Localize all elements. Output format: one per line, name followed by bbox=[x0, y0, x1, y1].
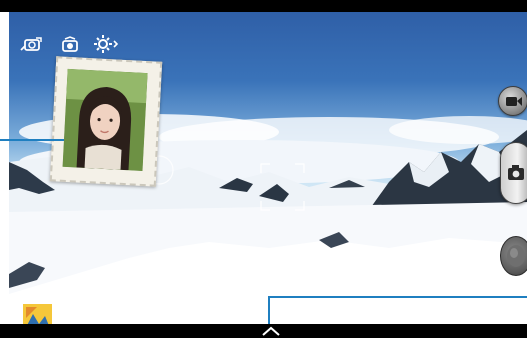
callout-line-bottom-horizontal bbox=[268, 296, 527, 298]
top-black-bar bbox=[0, 0, 527, 12]
portrait-preview bbox=[62, 68, 148, 171]
video-camera-icon bbox=[506, 97, 522, 106]
record-video-button[interactable] bbox=[498, 86, 527, 116]
gallery-thumbnail[interactable] bbox=[23, 304, 52, 324]
callout-line-bottom-vertical bbox=[268, 296, 270, 325]
picture-in-picture-frame[interactable] bbox=[49, 56, 163, 187]
shutter-button[interactable] bbox=[500, 142, 527, 204]
front-camera-preview bbox=[62, 68, 148, 171]
chevron-up-icon[interactable] bbox=[259, 325, 283, 337]
settings-icon[interactable] bbox=[93, 34, 119, 54]
focus-frame bbox=[260, 163, 305, 211]
self-portrait-mode-icon[interactable] bbox=[19, 36, 43, 54]
gallery-thumbnail-image bbox=[23, 304, 52, 324]
camera-switch-icon[interactable] bbox=[59, 36, 81, 54]
camera-icon bbox=[508, 165, 524, 180]
callout-line-left bbox=[0, 139, 64, 141]
mode-button[interactable] bbox=[500, 236, 527, 276]
mode-dial-icon bbox=[507, 245, 525, 267]
